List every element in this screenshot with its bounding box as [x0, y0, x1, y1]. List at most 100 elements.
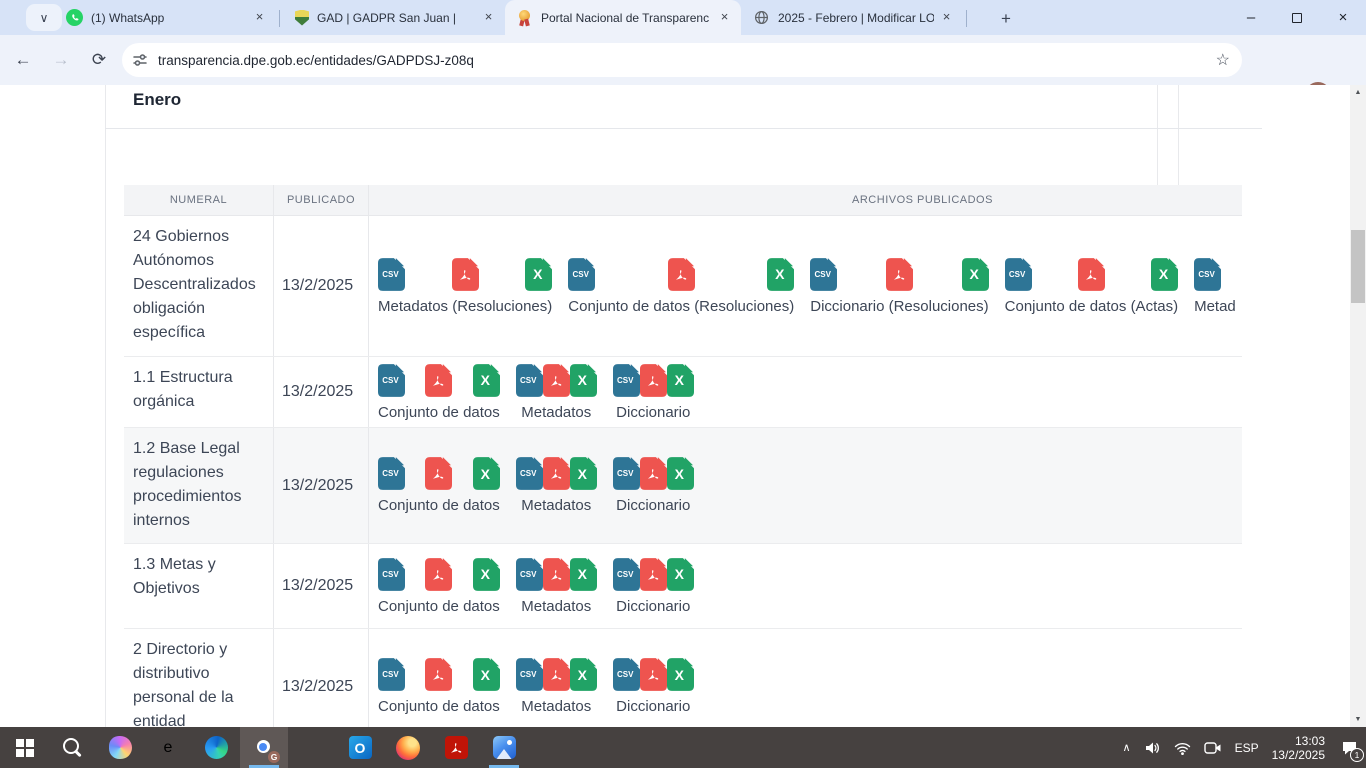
site-settings-icon[interactable]	[132, 52, 148, 68]
xls-file-icon[interactable]: X	[570, 658, 597, 691]
scroll-down-icon[interactable]: ▼	[1350, 712, 1366, 727]
file-group-label[interactable]: Metad	[1194, 298, 1236, 315]
pdf-file-icon[interactable]	[543, 558, 570, 591]
xls-file-icon[interactable]: X	[473, 658, 500, 691]
taskbar-start[interactable]	[0, 727, 48, 768]
csv-file-icon[interactable]: CSV	[378, 658, 405, 691]
pdf-file-icon[interactable]	[640, 364, 667, 397]
csv-file-icon[interactable]: CSV	[1005, 258, 1032, 291]
browser-tab[interactable]: (1) WhatsApp×	[54, 0, 276, 35]
file-group-label[interactable]: Diccionario	[613, 497, 694, 514]
pdf-file-icon[interactable]	[640, 658, 667, 691]
taskbar-file-explorer[interactable]	[288, 727, 336, 768]
csv-file-icon[interactable]: CSV	[516, 457, 543, 490]
taskbar-photos[interactable]	[480, 727, 528, 768]
xls-file-icon[interactable]: X	[525, 258, 552, 291]
csv-file-icon[interactable]: CSV	[516, 364, 543, 397]
pdf-file-icon[interactable]	[425, 457, 452, 490]
address-bar[interactable]: transparencia.dpe.gob.ec/entidades/GADPD…	[122, 43, 1242, 77]
csv-file-icon[interactable]: CSV	[613, 457, 640, 490]
csv-file-icon[interactable]: CSV	[568, 258, 595, 291]
csv-file-icon[interactable]: CSV	[810, 258, 837, 291]
file-group-label[interactable]: Metadatos	[516, 698, 597, 715]
file-group-label[interactable]: Conjunto de datos	[378, 698, 500, 715]
pdf-file-icon[interactable]	[668, 258, 695, 291]
pdf-file-icon[interactable]	[886, 258, 913, 291]
close-window-button[interactable]: ×	[1320, 0, 1366, 35]
file-group-label[interactable]: Conjunto de datos	[378, 497, 500, 514]
xls-file-icon[interactable]: X	[667, 558, 694, 591]
tab-close-icon[interactable]: ×	[938, 9, 955, 26]
tab-close-icon[interactable]: ×	[251, 9, 268, 26]
reload-button[interactable]: ⟳	[84, 45, 114, 75]
pdf-file-icon[interactable]	[425, 558, 452, 591]
pdf-file-icon[interactable]	[543, 658, 570, 691]
bookmark-star-icon[interactable]: ☆	[1216, 50, 1230, 70]
back-button[interactable]: ←	[8, 45, 38, 75]
new-tab-button[interactable]: +	[994, 7, 1018, 31]
tab-close-icon[interactable]: ×	[480, 9, 497, 26]
file-group-label[interactable]: Conjunto de datos (Resoluciones)	[568, 298, 794, 315]
file-group-label[interactable]: Metadatos	[516, 404, 597, 421]
csv-file-icon[interactable]: CSV	[516, 558, 543, 591]
browser-tab[interactable]: GAD | GADPR San Juan |×	[283, 0, 505, 35]
action-center-icon[interactable]: 1	[1338, 737, 1360, 759]
tab-close-icon[interactable]: ×	[716, 9, 733, 26]
file-group-label[interactable]: Conjunto de datos (Actas)	[1005, 298, 1178, 315]
pdf-file-icon[interactable]	[640, 457, 667, 490]
file-group-label[interactable]: Diccionario	[613, 698, 694, 715]
xls-file-icon[interactable]: X	[570, 457, 597, 490]
csv-file-icon[interactable]: CSV	[378, 258, 405, 291]
taskbar-chrome[interactable]: G	[240, 727, 288, 768]
csv-file-icon[interactable]: CSV	[378, 364, 405, 397]
xls-file-icon[interactable]: X	[570, 558, 597, 591]
file-group-label[interactable]: Metadatos	[516, 598, 597, 615]
meet-now-camera-icon[interactable]	[1204, 741, 1222, 755]
clock[interactable]: 13:03 13/2/2025	[1272, 734, 1325, 762]
forward-button[interactable]: →	[46, 45, 76, 75]
minimize-button[interactable]: –	[1228, 0, 1274, 35]
pdf-file-icon[interactable]	[452, 258, 479, 291]
maximize-button[interactable]	[1274, 0, 1320, 35]
pdf-file-icon[interactable]	[640, 558, 667, 591]
file-group-label[interactable]: Diccionario (Resoluciones)	[810, 298, 988, 315]
wifi-icon[interactable]	[1174, 740, 1191, 756]
scrollbar-thumb[interactable]	[1351, 230, 1365, 303]
taskbar-edge[interactable]	[192, 727, 240, 768]
tray-chevron-up-icon[interactable]: ∧	[1123, 741, 1131, 754]
csv-file-icon[interactable]: CSV	[613, 364, 640, 397]
csv-file-icon[interactable]: CSV	[378, 558, 405, 591]
pdf-file-icon[interactable]	[543, 457, 570, 490]
xls-file-icon[interactable]: X	[1151, 258, 1178, 291]
page-scrollbar[interactable]: ▲ ▼	[1350, 85, 1366, 727]
pdf-file-icon[interactable]	[543, 364, 570, 397]
file-group-label[interactable]: Metadatos	[516, 497, 597, 514]
csv-file-icon[interactable]: CSV	[1194, 258, 1221, 291]
taskbar-search[interactable]	[48, 727, 96, 768]
pdf-file-icon[interactable]	[1078, 258, 1105, 291]
xls-file-icon[interactable]: X	[667, 364, 694, 397]
xls-file-icon[interactable]: X	[473, 457, 500, 490]
language-indicator[interactable]: ESP	[1235, 741, 1259, 755]
xls-file-icon[interactable]: X	[962, 258, 989, 291]
scroll-up-icon[interactable]: ▲	[1350, 85, 1366, 100]
taskbar-copilot[interactable]	[96, 727, 144, 768]
xls-file-icon[interactable]: X	[767, 258, 794, 291]
pdf-file-icon[interactable]	[425, 364, 452, 397]
taskbar-outlook[interactable]: O	[336, 727, 384, 768]
xls-file-icon[interactable]: X	[667, 658, 694, 691]
xls-file-icon[interactable]: X	[473, 364, 500, 397]
file-group-label[interactable]: Conjunto de datos	[378, 598, 500, 615]
xls-file-icon[interactable]: X	[473, 558, 500, 591]
taskbar-firefox[interactable]	[384, 727, 432, 768]
taskbar-internet-explorer[interactable]: e	[144, 727, 192, 768]
volume-icon[interactable]	[1144, 740, 1161, 756]
file-group-label[interactable]: Diccionario	[613, 598, 694, 615]
xls-file-icon[interactable]: X	[667, 457, 694, 490]
taskbar-acrobat[interactable]	[432, 727, 480, 768]
xls-file-icon[interactable]: X	[570, 364, 597, 397]
url-text[interactable]: transparencia.dpe.gob.ec/entidades/GADPD…	[158, 53, 1216, 68]
file-group-label[interactable]: Diccionario	[613, 404, 694, 421]
file-group-label[interactable]: Conjunto de datos	[378, 404, 500, 421]
file-group-label[interactable]: Metadatos (Resoluciones)	[378, 298, 552, 315]
